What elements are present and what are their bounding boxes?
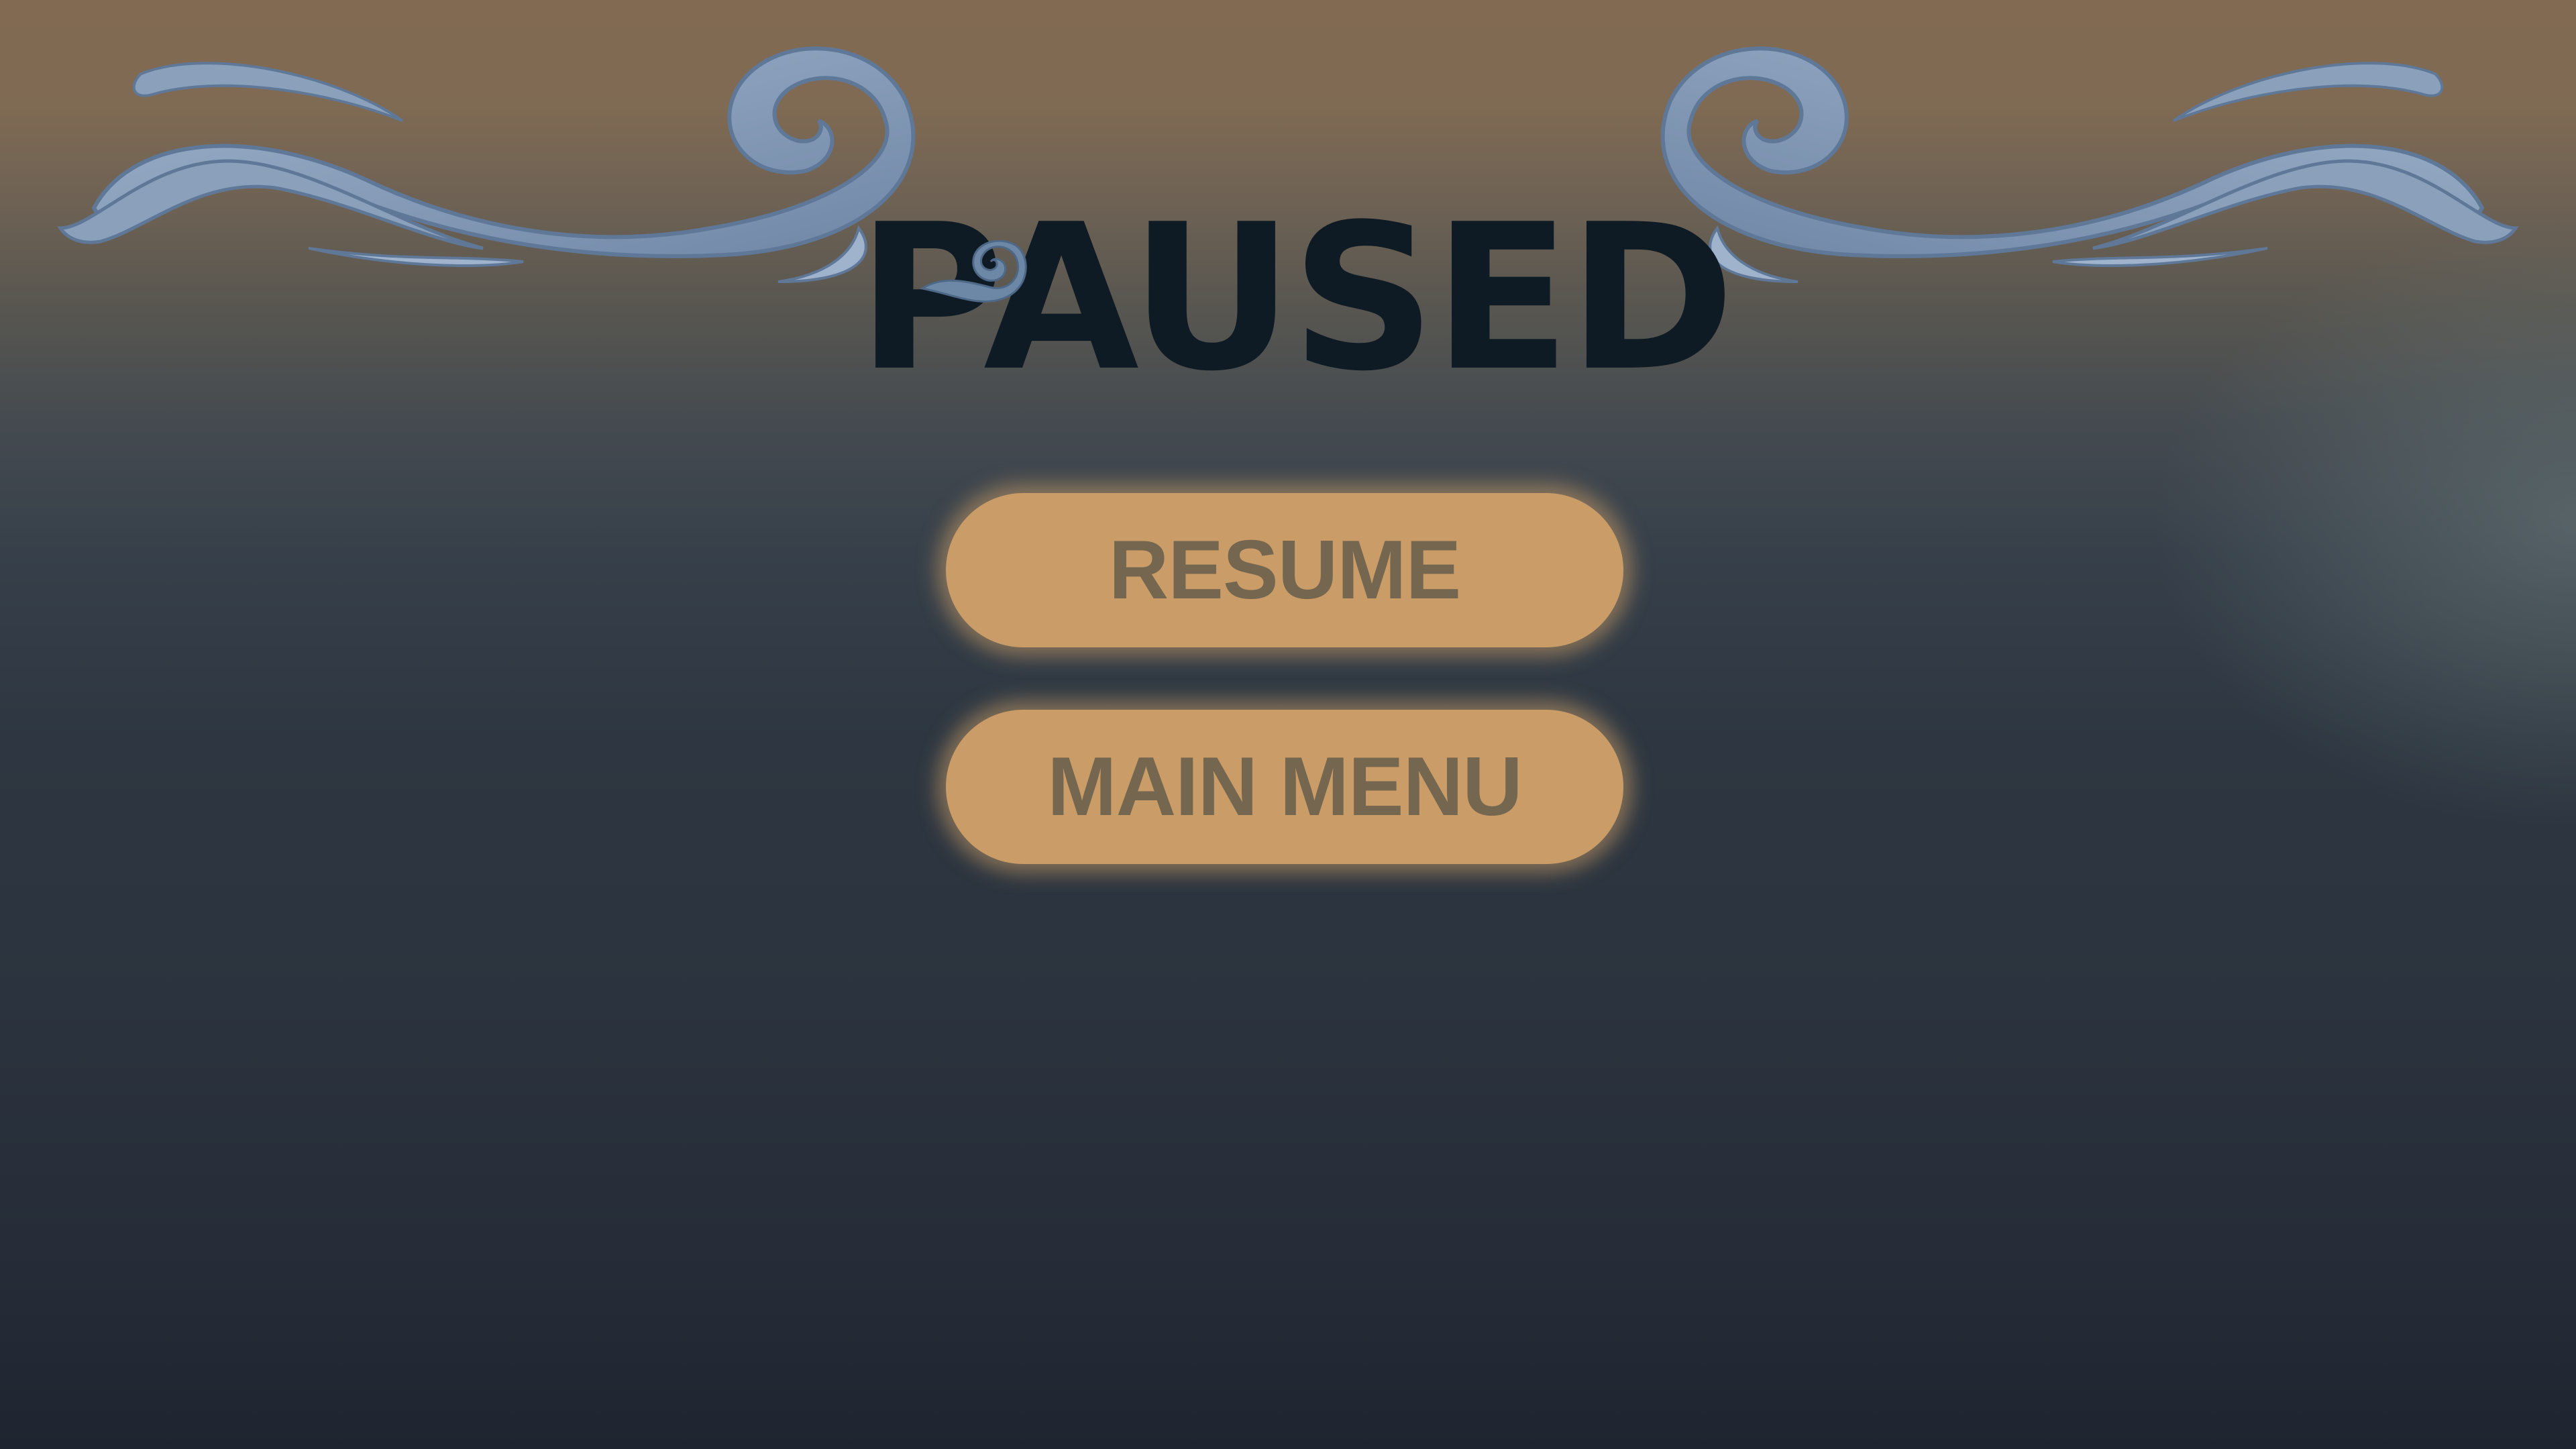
swirl-icon xyxy=(920,239,1027,303)
main-menu-button-label: MAIN MENU xyxy=(1047,741,1522,833)
pause-screen: PAUSED RESUME MAIN MENU xyxy=(0,0,2576,1449)
wave-flourish-icon xyxy=(1660,46,2519,283)
resume-button[interactable]: RESUME xyxy=(946,493,1623,647)
wave-flourish-icon xyxy=(57,46,916,283)
resume-button-label: RESUME xyxy=(1108,524,1462,616)
main-menu-button[interactable]: MAIN MENU xyxy=(946,710,1623,864)
